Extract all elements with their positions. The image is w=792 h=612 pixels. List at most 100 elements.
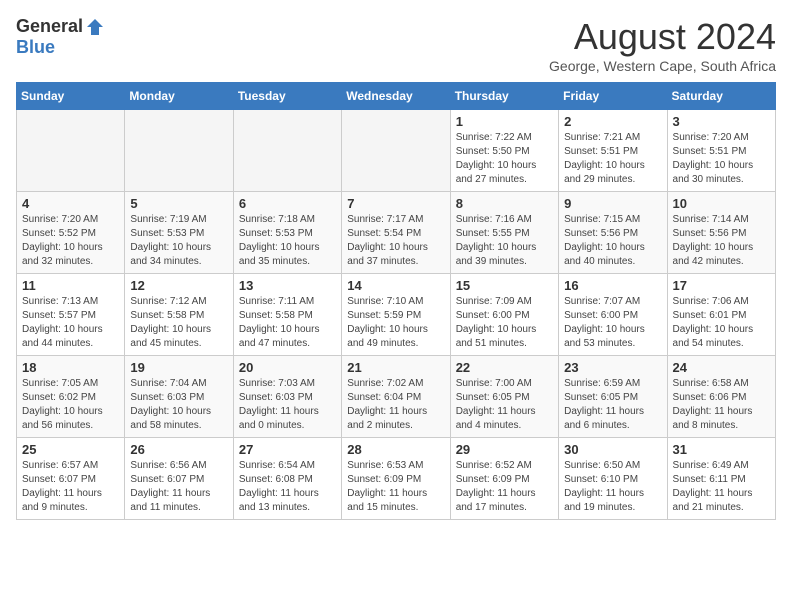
logo: General Blue: [16, 16, 105, 58]
day-info: Sunrise: 7:07 AM Sunset: 6:00 PM Dayligh…: [564, 295, 661, 351]
page-header: General Blue August 2024 George, Western…: [16, 16, 776, 74]
calendar-cell: 8 Sunrise: 7:16 AM Sunset: 5:55 PM Dayli…: [450, 192, 558, 274]
calendar-cell: 4 Sunrise: 7:20 AM Sunset: 5:52 PM Dayli…: [17, 192, 125, 274]
day-info: Sunrise: 7:17 AM Sunset: 5:54 PM Dayligh…: [347, 213, 444, 269]
calendar-cell: [342, 110, 450, 192]
day-info: Sunrise: 7:19 AM Sunset: 5:53 PM Dayligh…: [130, 213, 227, 269]
day-of-week-header: Sunday: [17, 83, 125, 110]
calendar-cell: 3 Sunrise: 7:20 AM Sunset: 5:51 PM Dayli…: [667, 110, 775, 192]
day-number: 12: [130, 278, 227, 293]
day-number: 22: [456, 360, 553, 375]
calendar-cell: 18 Sunrise: 7:05 AM Sunset: 6:02 PM Dayl…: [17, 356, 125, 438]
day-info: Sunrise: 7:15 AM Sunset: 5:56 PM Dayligh…: [564, 213, 661, 269]
logo-general-text: General: [16, 16, 83, 37]
calendar-cell: 31 Sunrise: 6:49 AM Sunset: 6:11 PM Dayl…: [667, 438, 775, 520]
day-number: 20: [239, 360, 336, 375]
calendar-cell: 24 Sunrise: 6:58 AM Sunset: 6:06 PM Dayl…: [667, 356, 775, 438]
day-number: 30: [564, 442, 661, 457]
calendar-cell: 13 Sunrise: 7:11 AM Sunset: 5:58 PM Dayl…: [233, 274, 341, 356]
day-info: Sunrise: 6:58 AM Sunset: 6:06 PM Dayligh…: [673, 377, 770, 433]
day-info: Sunrise: 6:59 AM Sunset: 6:05 PM Dayligh…: [564, 377, 661, 433]
day-number: 4: [22, 196, 119, 211]
calendar-cell: 7 Sunrise: 7:17 AM Sunset: 5:54 PM Dayli…: [342, 192, 450, 274]
calendar-cell: 27 Sunrise: 6:54 AM Sunset: 6:08 PM Dayl…: [233, 438, 341, 520]
calendar-cell: 19 Sunrise: 7:04 AM Sunset: 6:03 PM Dayl…: [125, 356, 233, 438]
day-of-week-header: Tuesday: [233, 83, 341, 110]
day-info: Sunrise: 7:14 AM Sunset: 5:56 PM Dayligh…: [673, 213, 770, 269]
day-info: Sunrise: 6:52 AM Sunset: 6:09 PM Dayligh…: [456, 459, 553, 515]
day-info: Sunrise: 7:10 AM Sunset: 5:59 PM Dayligh…: [347, 295, 444, 351]
day-number: 31: [673, 442, 770, 457]
day-number: 2: [564, 114, 661, 129]
day-info: Sunrise: 7:00 AM Sunset: 6:05 PM Dayligh…: [456, 377, 553, 433]
day-of-week-header: Thursday: [450, 83, 558, 110]
day-info: Sunrise: 7:22 AM Sunset: 5:50 PM Dayligh…: [456, 131, 553, 187]
calendar-cell: 29 Sunrise: 6:52 AM Sunset: 6:09 PM Dayl…: [450, 438, 558, 520]
day-info: Sunrise: 7:11 AM Sunset: 5:58 PM Dayligh…: [239, 295, 336, 351]
calendar-cell: 15 Sunrise: 7:09 AM Sunset: 6:00 PM Dayl…: [450, 274, 558, 356]
day-info: Sunrise: 6:57 AM Sunset: 6:07 PM Dayligh…: [22, 459, 119, 515]
logo-blue-text: Blue: [16, 37, 55, 58]
day-info: Sunrise: 7:02 AM Sunset: 6:04 PM Dayligh…: [347, 377, 444, 433]
calendar-cell: [17, 110, 125, 192]
calendar-cell: 30 Sunrise: 6:50 AM Sunset: 6:10 PM Dayl…: [559, 438, 667, 520]
calendar-cell: 11 Sunrise: 7:13 AM Sunset: 5:57 PM Dayl…: [17, 274, 125, 356]
day-info: Sunrise: 7:20 AM Sunset: 5:51 PM Dayligh…: [673, 131, 770, 187]
day-number: 25: [22, 442, 119, 457]
day-header-row: SundayMondayTuesdayWednesdayThursdayFrid…: [17, 83, 776, 110]
day-number: 26: [130, 442, 227, 457]
calendar-week-row: 25 Sunrise: 6:57 AM Sunset: 6:07 PM Dayl…: [17, 438, 776, 520]
calendar-cell: 2 Sunrise: 7:21 AM Sunset: 5:51 PM Dayli…: [559, 110, 667, 192]
calendar-week-row: 4 Sunrise: 7:20 AM Sunset: 5:52 PM Dayli…: [17, 192, 776, 274]
day-number: 9: [564, 196, 661, 211]
calendar-cell: 20 Sunrise: 7:03 AM Sunset: 6:03 PM Dayl…: [233, 356, 341, 438]
day-number: 24: [673, 360, 770, 375]
day-info: Sunrise: 7:16 AM Sunset: 5:55 PM Dayligh…: [456, 213, 553, 269]
logo-icon: [85, 17, 105, 37]
calendar-week-row: 11 Sunrise: 7:13 AM Sunset: 5:57 PM Dayl…: [17, 274, 776, 356]
calendar-cell: 1 Sunrise: 7:22 AM Sunset: 5:50 PM Dayli…: [450, 110, 558, 192]
day-number: 18: [22, 360, 119, 375]
day-number: 29: [456, 442, 553, 457]
day-number: 28: [347, 442, 444, 457]
day-number: 15: [456, 278, 553, 293]
calendar-cell: 12 Sunrise: 7:12 AM Sunset: 5:58 PM Dayl…: [125, 274, 233, 356]
day-info: Sunrise: 7:18 AM Sunset: 5:53 PM Dayligh…: [239, 213, 336, 269]
day-number: 27: [239, 442, 336, 457]
calendar-cell: 28 Sunrise: 6:53 AM Sunset: 6:09 PM Dayl…: [342, 438, 450, 520]
day-number: 8: [456, 196, 553, 211]
calendar-cell: 14 Sunrise: 7:10 AM Sunset: 5:59 PM Dayl…: [342, 274, 450, 356]
day-info: Sunrise: 7:06 AM Sunset: 6:01 PM Dayligh…: [673, 295, 770, 351]
calendar-table: SundayMondayTuesdayWednesdayThursdayFrid…: [16, 82, 776, 520]
day-info: Sunrise: 7:04 AM Sunset: 6:03 PM Dayligh…: [130, 377, 227, 433]
day-info: Sunrise: 6:56 AM Sunset: 6:07 PM Dayligh…: [130, 459, 227, 515]
day-number: 13: [239, 278, 336, 293]
day-of-week-header: Saturday: [667, 83, 775, 110]
day-of-week-header: Friday: [559, 83, 667, 110]
calendar-week-row: 1 Sunrise: 7:22 AM Sunset: 5:50 PM Dayli…: [17, 110, 776, 192]
day-number: 19: [130, 360, 227, 375]
calendar-week-row: 18 Sunrise: 7:05 AM Sunset: 6:02 PM Dayl…: [17, 356, 776, 438]
day-info: Sunrise: 6:54 AM Sunset: 6:08 PM Dayligh…: [239, 459, 336, 515]
day-info: Sunrise: 6:49 AM Sunset: 6:11 PM Dayligh…: [673, 459, 770, 515]
day-info: Sunrise: 7:13 AM Sunset: 5:57 PM Dayligh…: [22, 295, 119, 351]
day-number: 14: [347, 278, 444, 293]
day-info: Sunrise: 6:53 AM Sunset: 6:09 PM Dayligh…: [347, 459, 444, 515]
day-info: Sunrise: 7:21 AM Sunset: 5:51 PM Dayligh…: [564, 131, 661, 187]
day-number: 6: [239, 196, 336, 211]
day-number: 1: [456, 114, 553, 129]
calendar-cell: 16 Sunrise: 7:07 AM Sunset: 6:00 PM Dayl…: [559, 274, 667, 356]
calendar-cell: 10 Sunrise: 7:14 AM Sunset: 5:56 PM Dayl…: [667, 192, 775, 274]
day-number: 3: [673, 114, 770, 129]
day-info: Sunrise: 7:03 AM Sunset: 6:03 PM Dayligh…: [239, 377, 336, 433]
calendar-cell: [125, 110, 233, 192]
day-number: 5: [130, 196, 227, 211]
calendar-cell: 23 Sunrise: 6:59 AM Sunset: 6:05 PM Dayl…: [559, 356, 667, 438]
day-number: 10: [673, 196, 770, 211]
day-number: 21: [347, 360, 444, 375]
day-number: 7: [347, 196, 444, 211]
calendar-cell: 9 Sunrise: 7:15 AM Sunset: 5:56 PM Dayli…: [559, 192, 667, 274]
month-title: August 2024: [549, 16, 776, 58]
calendar-cell: 21 Sunrise: 7:02 AM Sunset: 6:04 PM Dayl…: [342, 356, 450, 438]
calendar-cell: 26 Sunrise: 6:56 AM Sunset: 6:07 PM Dayl…: [125, 438, 233, 520]
